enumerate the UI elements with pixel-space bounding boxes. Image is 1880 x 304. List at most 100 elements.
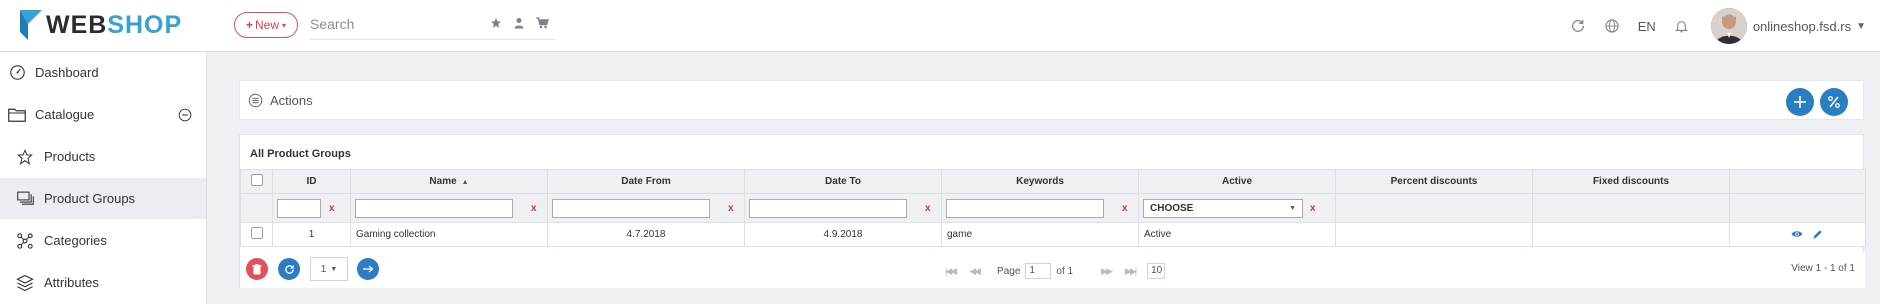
sidebar-item-products[interactable]: Products [0, 136, 206, 177]
folder-icon [8, 108, 26, 122]
date-from-filter-input[interactable] [552, 198, 710, 218]
cell-date-from: 4.7.2018 [547, 222, 745, 247]
page-input[interactable]: 1 [1025, 263, 1052, 279]
cell-row-actions [1729, 222, 1866, 247]
edit-icon[interactable] [1812, 229, 1823, 240]
page-size-select[interactable]: 1 ▼ [310, 257, 348, 281]
grid-title: All Product Groups [250, 148, 351, 160]
sidebar-item-product-groups[interactable]: Product Groups [0, 178, 206, 219]
next-page-icon[interactable]: ▶▶ [1101, 266, 1113, 277]
column-header-id[interactable]: ID [272, 169, 351, 194]
active-filter-select[interactable]: CHOOSE ▼ [1143, 198, 1303, 218]
row-select-cell [240, 222, 273, 247]
site-switcher[interactable]: onlineshop.fsd.rs ▼ [1753, 19, 1866, 34]
cell-date-to: 4.9.2018 [744, 222, 942, 247]
active-filter-value: CHOOSE [1150, 202, 1194, 214]
sidebar-item-attributes[interactable]: Attributes [0, 262, 206, 303]
column-header-date-from[interactable]: Date From [547, 169, 745, 194]
delete-button[interactable] [246, 258, 268, 280]
sidebar: Dashboard Catalogue Products Product Gro… [0, 52, 207, 304]
last-page-icon[interactable]: ▶▶| [1125, 266, 1137, 277]
cell-active: Active [1138, 222, 1336, 247]
logo-mark-icon [20, 10, 42, 40]
avatar[interactable] [1710, 8, 1747, 44]
language-selector[interactable]: EN [1638, 19, 1656, 34]
rows-per-page-input[interactable]: 10 [1147, 263, 1166, 279]
webshop-logo[interactable]: WEBSHOP [18, 7, 182, 43]
sidebar-item-label: Catalogue [35, 107, 95, 122]
arrow-right-icon [363, 265, 374, 273]
sidebar-item-label: Categories [44, 233, 107, 248]
select-all-checkbox[interactable] [250, 174, 263, 186]
filter-cell-fixed [1532, 193, 1730, 223]
star-icon[interactable] [490, 17, 502, 29]
reload-button[interactable] [278, 258, 300, 280]
table-row[interactable]: 1 Gaming collection 4.7.2018 4.9.2018 ga… [240, 222, 1866, 247]
clear-date-to-filter-button[interactable]: x [925, 203, 931, 214]
prev-page-icon[interactable]: ◀◀ [969, 266, 981, 277]
first-page-icon[interactable]: |◀◀ [945, 266, 957, 277]
cell-name: Gaming collection [350, 222, 548, 247]
column-header-name-label: Name [429, 176, 457, 187]
column-header-name[interactable]: Name ▲︎ [350, 169, 548, 194]
plus-icon [1794, 96, 1806, 108]
chevron-down-icon: ▾ [282, 20, 287, 30]
filter-cell-keywords: x [941, 193, 1139, 223]
sidebar-item-catalogue[interactable]: Catalogue [0, 94, 206, 135]
clear-name-filter-button[interactable]: x [531, 203, 537, 214]
list-circle-icon [248, 93, 263, 108]
search-input[interactable] [310, 11, 470, 37]
cell-id: 1 [272, 222, 351, 247]
search-bar [310, 11, 555, 40]
dashboard-icon [10, 65, 25, 80]
filter-cell-id: x [272, 193, 351, 223]
filter-cell-date-to: x [744, 193, 942, 223]
filter-row: x x x x x CHOOSE ▼ x [240, 193, 1866, 223]
filter-cell [240, 193, 273, 223]
clear-keywords-filter-button[interactable]: x [1122, 203, 1128, 214]
cell-percent-discounts [1335, 222, 1533, 247]
date-to-filter-input[interactable] [749, 198, 907, 218]
add-button[interactable] [1786, 88, 1814, 116]
sidebar-item-dashboard[interactable]: Dashboard [0, 52, 206, 93]
sidebar-item-label: Attributes [44, 275, 99, 290]
trash-icon [252, 263, 262, 274]
percent-discount-button[interactable] [1820, 88, 1848, 116]
globe-icon[interactable] [1604, 18, 1620, 34]
view-icon[interactable] [1791, 229, 1803, 239]
layers-icon [16, 274, 34, 292]
percent-icon [1828, 96, 1840, 108]
page-navigation: |◀◀ ◀◀ Page 1 of 1 ▶▶ ▶▶| 10 [945, 263, 1170, 279]
sidebar-item-categories[interactable]: Categories [0, 220, 206, 261]
id-filter-input[interactable] [277, 198, 321, 218]
clear-id-filter-button[interactable]: x [329, 203, 335, 214]
stack-icon [17, 191, 34, 205]
product-groups-grid: All Product Groups ID Name ▲︎ Date From D… [239, 134, 1866, 288]
sidebar-item-label: Dashboard [35, 65, 99, 80]
row-checkbox[interactable] [250, 227, 263, 239]
name-filter-input[interactable] [355, 198, 513, 218]
refresh-icon[interactable] [1570, 18, 1586, 34]
keywords-filter-input[interactable] [946, 198, 1104, 218]
filter-cell-actions [1729, 193, 1866, 223]
new-button[interactable]: + New ▾ [234, 12, 298, 38]
page-label: Page [997, 265, 1021, 277]
clear-active-filter-button[interactable]: x [1310, 203, 1316, 214]
column-header-active[interactable]: Active [1138, 169, 1336, 194]
logo-text: WEBSHOP [46, 10, 183, 39]
clear-date-from-filter-button[interactable]: x [728, 203, 734, 214]
column-header-keywords[interactable]: Keywords [941, 169, 1139, 194]
cart-icon[interactable] [536, 17, 549, 29]
bell-icon[interactable] [1674, 18, 1689, 34]
column-header-fixed-discounts[interactable]: Fixed discounts [1532, 169, 1730, 194]
actions-title: Actions [270, 93, 313, 108]
column-header-actions [1729, 169, 1866, 194]
column-header-percent-discounts[interactable]: Percent discounts [1335, 169, 1533, 194]
actions-panel: Actions [239, 80, 1864, 120]
column-header-date-to[interactable]: Date To [744, 169, 942, 194]
collapse-icon[interactable] [178, 108, 192, 122]
sidebar-item-label: Product Groups [44, 191, 136, 206]
go-button[interactable] [357, 258, 379, 280]
user-icon[interactable] [513, 17, 525, 29]
sort-icon: ▲︎ [461, 179, 469, 186]
